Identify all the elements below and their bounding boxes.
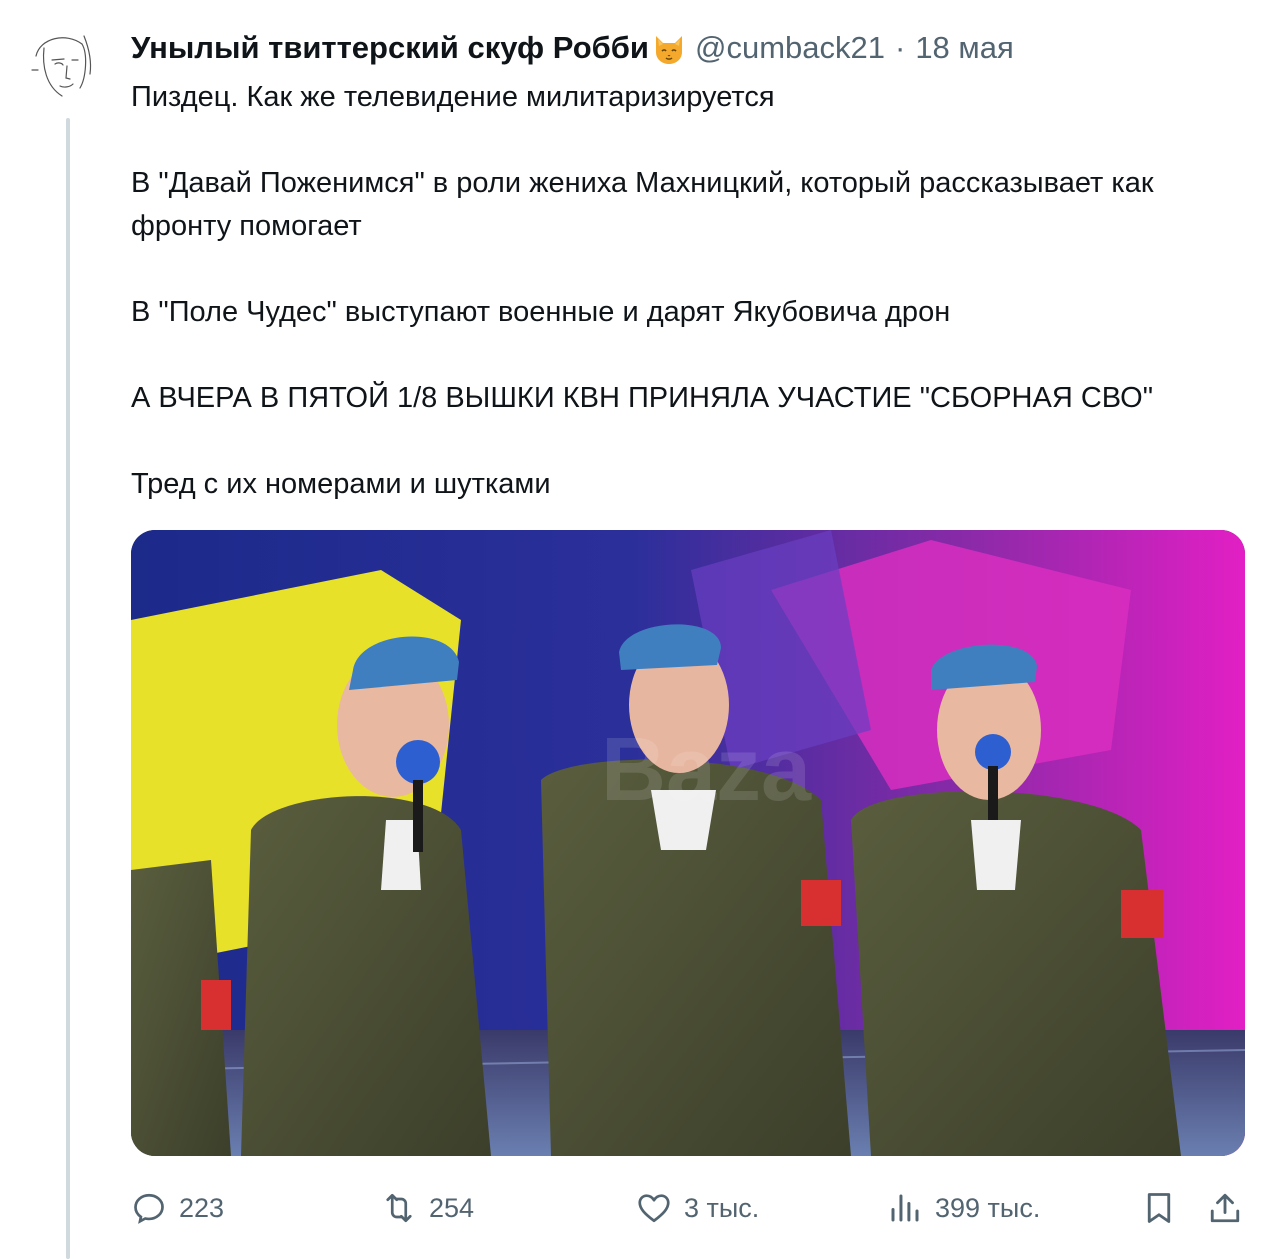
avatar[interactable] — [22, 26, 100, 104]
reply-count: 223 — [179, 1192, 225, 1223]
tweet-actions: 223 254 3 тыс. 399 тыс. — [131, 1180, 1246, 1236]
views-button[interactable]: 399 тыс. — [887, 1190, 1040, 1226]
avatar-sketch-icon — [31, 35, 92, 97]
tweet-text: Пиздец. Как же телевидение милитаризируе… — [131, 81, 1154, 500]
cat-face-emoji-icon — [651, 30, 687, 66]
bookmark-button[interactable] — [1141, 1190, 1177, 1226]
bookmark-icon — [1147, 1193, 1171, 1223]
tweet-media-image[interactable]: Baza — [131, 530, 1245, 1156]
views-count: 399 тыс. — [935, 1192, 1041, 1223]
like-button[interactable]: 3 тыс. — [636, 1190, 759, 1226]
tweet-date[interactable]: 18 мая — [915, 30, 1013, 66]
user-handle[interactable]: @cumback21 — [695, 30, 885, 66]
views-icon — [891, 1194, 919, 1222]
tweet-body: Унылый твиттерский скуф Робби @cumback21… — [131, 22, 1241, 506]
media-watermark: Baza — [601, 720, 812, 820]
tweet-header: Унылый твиттерский скуф Робби @cumback21… — [131, 22, 1241, 74]
separator-dot: · — [894, 30, 906, 65]
reply-button[interactable]: 223 — [131, 1190, 224, 1226]
heart-icon — [638, 1194, 670, 1223]
retweet-button[interactable]: 254 — [381, 1190, 474, 1226]
thread-line — [66, 118, 70, 1259]
share-icon — [1210, 1193, 1240, 1223]
retweet-icon — [386, 1193, 412, 1223]
retweet-count: 254 — [429, 1192, 475, 1223]
media-photo: Baza — [131, 530, 1245, 1156]
like-count: 3 тыс. — [684, 1192, 760, 1223]
reply-icon — [134, 1193, 164, 1224]
share-button[interactable] — [1207, 1190, 1243, 1226]
display-name[interactable]: Унылый твиттерский скуф Робби — [131, 30, 649, 66]
